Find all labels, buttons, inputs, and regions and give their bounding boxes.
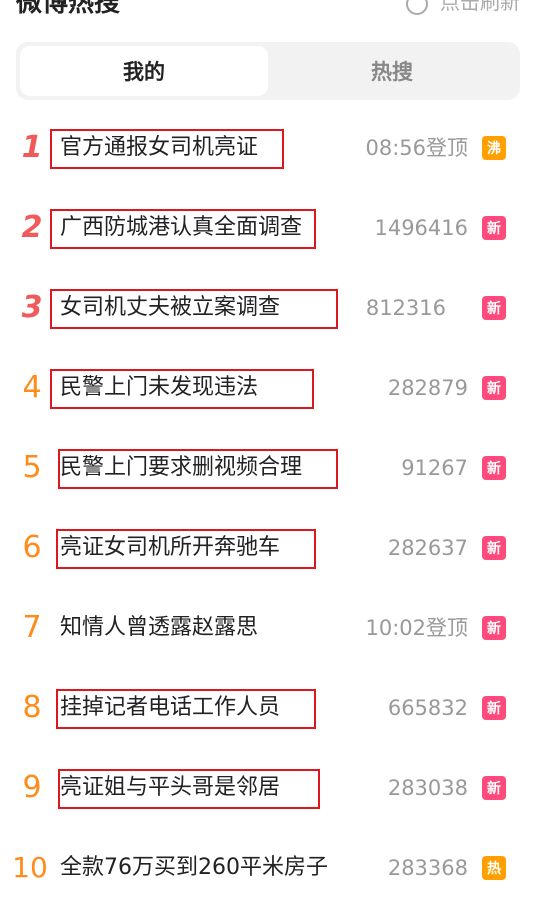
list-item[interactable]: 1 官方通报女司机亮证 08:56登顶 沸: [0, 108, 536, 188]
heat-value: 283038: [387, 776, 468, 800]
page-title: 微博热搜: [16, 0, 121, 18]
status-badge: 新: [482, 696, 506, 720]
list-item[interactable]: 7 知情人曾透露赵露思 10:02登顶 新: [0, 588, 536, 668]
rank-number: 3: [21, 290, 43, 325]
highlight-box: [58, 449, 338, 489]
refresh-label: 点击刷新: [440, 0, 520, 14]
rank-number: 6: [22, 530, 42, 565]
list-item[interactable]: 9 亮证姐与平头哥是邻居 283038 新: [0, 748, 536, 828]
status-badge: 新: [482, 216, 506, 240]
rank-number: 10: [12, 851, 48, 884]
highlight-box: [50, 209, 316, 249]
list-item[interactable]: 10 全款76万买到260平米房子 283368 热: [0, 828, 536, 908]
heat-value: 282879: [387, 376, 468, 400]
rank-number: 7: [22, 610, 42, 645]
heat-value: 283368: [387, 856, 468, 880]
rank-number: 9: [22, 770, 42, 805]
highlight-box: [50, 369, 314, 409]
tab-hot-search[interactable]: 热搜: [268, 46, 516, 96]
status-badge: 新: [482, 616, 506, 640]
rank-number: 2: [21, 210, 43, 245]
topic-text[interactable]: 全款76万买到260平米房子: [60, 828, 332, 908]
page-header: 微博热搜 点击刷新: [0, 0, 536, 20]
tab-mine[interactable]: 我的: [20, 46, 268, 96]
highlight-box: [56, 689, 316, 729]
heat-value: 08:56登顶: [365, 136, 468, 160]
status-badge: 新: [482, 296, 506, 320]
list-item[interactable]: 5 民警上门要求删视频合理 91267 新: [0, 428, 536, 508]
status-badge: 新: [482, 776, 506, 800]
list-item[interactable]: 2 广西防城港认真全面调查 1496416 新: [0, 188, 536, 268]
list-item[interactable]: 3 女司机丈夫被立案调查 812316 新: [0, 268, 536, 348]
rank-number: 4: [22, 370, 42, 405]
highlight-box: [50, 129, 284, 169]
refresh-icon: [405, 0, 428, 15]
heat-value: 812316: [365, 296, 446, 320]
heat-value: 10:02登顶: [365, 616, 468, 640]
tab-bar: 我的 热搜: [16, 42, 520, 100]
rank-number: 1: [21, 130, 43, 165]
list-item[interactable]: 4 民警上门未发现违法 282879 新: [0, 348, 536, 428]
status-badge: 热: [482, 856, 506, 880]
refresh-button[interactable]: 点击刷新: [405, 0, 520, 15]
status-badge: 新: [482, 376, 506, 400]
highlight-box: [56, 529, 316, 569]
status-badge: 新: [482, 456, 506, 480]
heat-value: 282637: [387, 536, 468, 560]
highlight-box: [50, 289, 338, 329]
heat-value: 1496416: [374, 216, 468, 240]
highlight-box: [58, 769, 320, 809]
list-item[interactable]: 6 亮证女司机所开奔驰车 282637 新: [0, 508, 536, 588]
heat-value: 665832: [387, 696, 468, 720]
status-badge: 沸: [482, 136, 506, 160]
heat-value: 91267: [401, 456, 468, 480]
rank-number: 5: [22, 450, 42, 485]
rank-number: 8: [22, 690, 42, 725]
list-item[interactable]: 8 挂掉记者电话工作人员 665832 新: [0, 668, 536, 748]
status-badge: 新: [482, 536, 506, 560]
topic-text[interactable]: 知情人曾透露赵露思: [60, 588, 308, 668]
